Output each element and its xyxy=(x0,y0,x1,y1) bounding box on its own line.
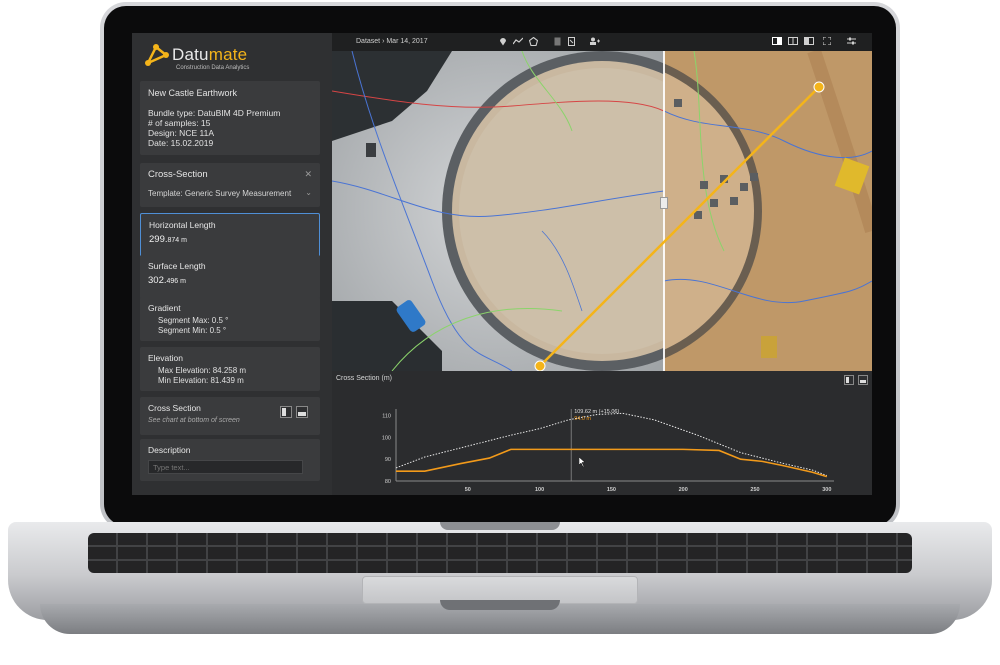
mouse-cursor-icon xyxy=(579,457,586,467)
measurement-line xyxy=(534,81,825,371)
chevron-down-icon[interactable]: ⌄ xyxy=(305,188,312,197)
segment-max: Segment Max: 0.5 ° xyxy=(158,316,229,325)
end-point-icon[interactable] xyxy=(813,81,825,93)
cross-section-note: See chart at bottom of screen xyxy=(148,417,240,424)
horizontal-length-card[interactable]: Horizontal Length 299.874 m xyxy=(140,213,320,257)
gradient-label: Gradient xyxy=(148,303,181,313)
x-tick-label: 150 xyxy=(607,487,616,493)
map-toolbar: Dataset › Mar 14, 2017 xyxy=(332,33,872,51)
pin-icon[interactable] xyxy=(498,37,508,47)
sample-count: # of samples: 15 xyxy=(148,118,211,128)
document-icon[interactable] xyxy=(552,37,562,47)
cross-section-card[interactable]: Cross Section See chart at bottom of scr… xyxy=(140,397,320,435)
max-elevation: Max Elevation: 84.258 m xyxy=(158,366,247,375)
datumate-logo-icon xyxy=(145,44,169,66)
users-icon[interactable] xyxy=(590,37,600,47)
split-view-icon[interactable] xyxy=(788,37,798,47)
description-label: Description xyxy=(148,445,191,455)
bottom-view-icon[interactable] xyxy=(296,406,308,418)
polygon-icon[interactable] xyxy=(528,36,538,47)
surface-length-label: Surface Length xyxy=(148,261,206,271)
horizontal-length-value: 299.874 m xyxy=(149,234,187,245)
compare-icon[interactable] xyxy=(804,37,814,47)
x-tick-label: 300 xyxy=(822,487,831,493)
app-screen: Datumate Construction Data Analytics New… xyxy=(132,33,872,495)
plot-area xyxy=(396,409,834,481)
laptop-keyboard xyxy=(88,533,912,573)
bundle-type: Bundle type: DatuBIM 4D Premium xyxy=(148,108,281,118)
x-tick-label: 100 xyxy=(535,487,544,493)
horizontal-length-label: Horizontal Length xyxy=(149,220,216,230)
x-tick-label: 250 xyxy=(750,487,759,493)
surface-length-card[interactable]: Surface Length 302.496 m xyxy=(140,255,320,299)
laptop-notch xyxy=(440,600,560,610)
fullscreen-icon[interactable] xyxy=(822,36,832,47)
start-point-icon[interactable] xyxy=(534,360,546,371)
layout-icon[interactable] xyxy=(772,37,782,47)
laptop-hinge xyxy=(440,522,560,530)
brand-tagline: Construction Data Analytics xyxy=(176,65,250,71)
design-name: Design: NCE 11A xyxy=(148,128,214,138)
brand-logo: Datumate Construction Data Analytics xyxy=(144,41,324,77)
surface-length-value: 302.496 m xyxy=(148,275,186,286)
x-tick-label: 50 xyxy=(465,487,471,493)
min-elevation: Min Elevation: 81.439 m xyxy=(158,376,244,385)
report-icon[interactable] xyxy=(566,37,576,47)
cross-section-title: Cross-Section xyxy=(148,169,208,180)
line-tool-icon[interactable] xyxy=(512,37,524,47)
y-tick-label: 90 xyxy=(385,457,391,463)
side-view-icon[interactable] xyxy=(280,406,292,418)
sidebar: Datumate Construction Data Analytics New… xyxy=(132,33,332,495)
y-tick-label: 100 xyxy=(382,435,391,441)
template-select[interactable]: Template: Generic Survey Measurement xyxy=(148,189,291,198)
cross-section-header: Cross-Section ✕ Template: Generic Survey… xyxy=(140,163,320,207)
brand-name: Datumate xyxy=(172,45,248,64)
description-card: Description xyxy=(140,439,320,481)
settings-icon[interactable] xyxy=(846,37,856,47)
tooltip-design: 94.0 m xyxy=(574,416,591,422)
cross-section-chart[interactable]: 809010011050 100 150 200 250 300109.62 m (+15… xyxy=(332,371,872,495)
project-info-panel: New Castle Earthwork Bundle type: DatuBI… xyxy=(140,81,320,155)
project-date: Date: 15.02.2019 xyxy=(148,138,214,148)
x-tick-label: 200 xyxy=(679,487,688,493)
close-icon[interactable]: ✕ xyxy=(304,169,312,180)
description-input[interactable] xyxy=(148,460,303,474)
project-name: New Castle Earthwork xyxy=(148,88,238,98)
y-tick-label: 110 xyxy=(382,414,391,420)
elevation-label: Elevation xyxy=(148,353,183,363)
cross-section-chart-panel: Cross Section (m) 80 90 100 110 50 100 150 200 2… xyxy=(332,371,872,495)
y-tick-label: 80 xyxy=(385,479,391,485)
segment-min: Segment Min: 0.5 ° xyxy=(158,326,227,335)
gradient-card[interactable]: Gradient Segment Max: 0.5 ° Segment Min:… xyxy=(140,297,320,341)
map-viewer[interactable] xyxy=(332,51,872,371)
breadcrumb[interactable]: Dataset › Mar 14, 2017 xyxy=(356,38,428,45)
elevation-card[interactable]: Elevation Max Elevation: 84.258 m Min El… xyxy=(140,347,320,391)
